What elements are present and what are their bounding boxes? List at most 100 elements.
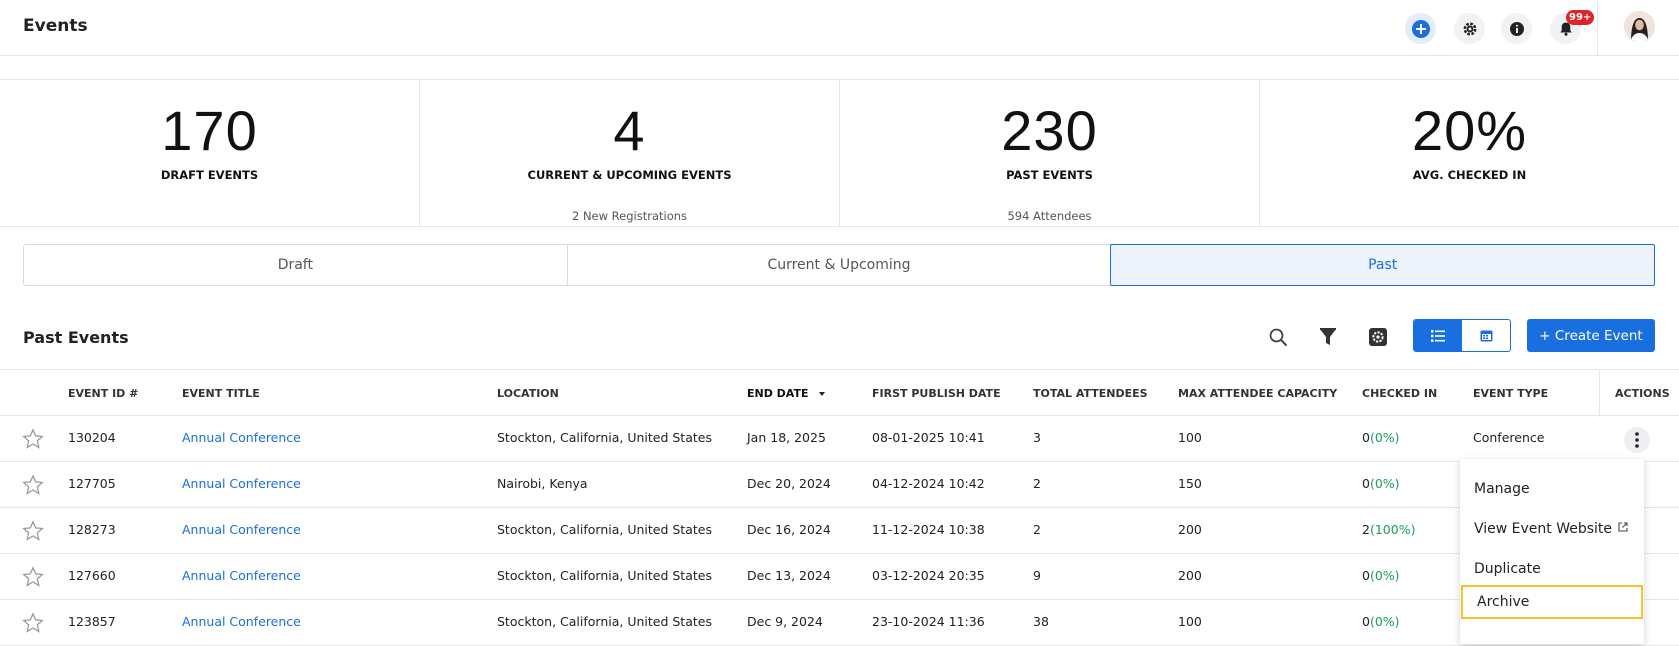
cell-location: Stockton, California, United States xyxy=(497,430,712,445)
menu-item-archive[interactable]: Archive xyxy=(1461,585,1643,619)
column-header-event-title[interactable]: EVENT TITLE xyxy=(182,387,260,400)
column-header-checked-in[interactable]: CHECKED IN xyxy=(1362,387,1437,400)
checked-in-count: 0 xyxy=(1362,430,1370,445)
table-row: 127660 Annual Conference Stockton, Calif… xyxy=(0,554,1679,600)
checked-in-percent: (0%) xyxy=(1369,476,1400,491)
table-row: 130204 Annual Conference Stockton, Calif… xyxy=(0,416,1679,462)
actions-column-divider xyxy=(1599,370,1600,417)
event-title-link[interactable]: Annual Conference xyxy=(182,568,301,583)
cell-location: Stockton, California, United States xyxy=(497,614,712,629)
checked-in-percent: (100%) xyxy=(1369,522,1416,537)
view-toggle xyxy=(1413,319,1511,352)
column-header-total-attendees[interactable]: TOTAL ATTENDEES xyxy=(1033,387,1148,400)
cell-end-date: Jan 18, 2025 xyxy=(747,430,826,445)
cell-checked-in: 0(0%) xyxy=(1362,430,1400,445)
menu-item-label: View Event Website xyxy=(1474,521,1613,537)
cell-event-id: 127660 xyxy=(68,568,116,583)
cell-location: Nairobi, Kenya xyxy=(497,476,588,491)
cell-max-capacity: 200 xyxy=(1178,568,1202,583)
cell-publish-date: 23-10-2024 11:36 xyxy=(872,614,985,629)
star-icon[interactable] xyxy=(22,474,44,496)
notifications-button[interactable]: 99+ xyxy=(1550,10,1595,44)
checked-in-count: 0 xyxy=(1362,476,1370,491)
event-status-tabs: Draft Current & Upcoming Past xyxy=(23,244,1656,286)
star-icon[interactable] xyxy=(22,566,44,588)
top-bar: Events 99+ xyxy=(0,0,1679,56)
external-link-icon xyxy=(1618,521,1628,532)
column-header-end-date[interactable]: END DATE xyxy=(747,387,826,400)
checked-in-percent: (0%) xyxy=(1369,430,1400,445)
cell-total-attendees: 2 xyxy=(1033,476,1041,491)
filter-icon xyxy=(1320,328,1336,345)
event-title-link[interactable]: Annual Conference xyxy=(182,522,301,537)
avatar[interactable] xyxy=(1624,11,1655,42)
search-icon xyxy=(1269,328,1287,346)
cell-max-capacity: 100 xyxy=(1178,430,1202,445)
cell-checked-in: 2(100%) xyxy=(1362,522,1415,537)
table-row: 123857 Annual Conference Stockton, Calif… xyxy=(0,600,1679,646)
star-icon[interactable] xyxy=(22,428,44,450)
column-header-label: END DATE xyxy=(747,387,809,400)
tab-past[interactable]: Past xyxy=(1110,244,1656,286)
cell-max-capacity: 150 xyxy=(1178,476,1202,491)
event-title-link[interactable]: Annual Conference xyxy=(182,614,301,629)
info-button[interactable] xyxy=(1501,13,1532,44)
add-button[interactable] xyxy=(1405,13,1436,44)
stat-value: 230 xyxy=(1001,99,1098,162)
menu-item-duplicate[interactable]: Duplicate xyxy=(1460,552,1644,586)
settings-square-icon xyxy=(1369,328,1387,346)
column-header-location[interactable]: LOCATION xyxy=(497,387,559,400)
column-settings-button[interactable] xyxy=(1366,325,1390,349)
cell-total-attendees: 9 xyxy=(1033,568,1041,583)
cell-location: Stockton, California, United States xyxy=(497,568,712,583)
cell-event-id: 127705 xyxy=(68,476,116,491)
cell-event-id: 128273 xyxy=(68,522,116,537)
stat-past-events: 230 PAST EVENTS 594 Attendees xyxy=(840,80,1260,226)
column-header-event-id[interactable]: EVENT ID # xyxy=(68,387,138,400)
row-actions-button[interactable] xyxy=(1624,427,1650,453)
stat-avg-checked-in: 20% AVG. CHECKED IN xyxy=(1260,80,1679,226)
cell-publish-date: 04-12-2024 10:42 xyxy=(872,476,985,491)
table-row: 128273 Annual Conference Stockton, Calif… xyxy=(0,508,1679,554)
stat-draft-events: 170 DRAFT EVENTS xyxy=(0,80,420,226)
column-header-actions: ACTIONS xyxy=(1615,387,1670,400)
event-title-link[interactable]: Annual Conference xyxy=(182,476,301,491)
filter-button[interactable] xyxy=(1316,325,1340,349)
column-header-event-type[interactable]: EVENT TYPE xyxy=(1473,387,1548,400)
cell-end-date: Dec 16, 2024 xyxy=(747,522,831,537)
notification-badge: 99+ xyxy=(1566,10,1595,25)
search-button[interactable] xyxy=(1266,325,1290,349)
cell-end-date: Dec 20, 2024 xyxy=(747,476,831,491)
tab-draft[interactable]: Draft xyxy=(24,245,568,285)
stat-current-upcoming-events: 4 CURRENT & UPCOMING EVENTS 2 New Regist… xyxy=(420,80,840,226)
stat-label: CURRENT & UPCOMING EVENTS xyxy=(527,168,732,182)
cell-total-attendees: 38 xyxy=(1033,614,1049,629)
row-actions-menu: Manage View Event Website Duplicate Arch… xyxy=(1460,459,1644,644)
column-header-max-capacity[interactable]: MAX ATTENDEE CAPACITY xyxy=(1178,387,1337,400)
menu-item-manage[interactable]: Manage xyxy=(1460,472,1644,506)
cell-total-attendees: 3 xyxy=(1033,430,1041,445)
column-header-first-publish-date[interactable]: FIRST PUBLISH DATE xyxy=(872,387,1001,400)
page-title: Events xyxy=(23,16,88,36)
stat-value: 20% xyxy=(1411,99,1528,162)
star-icon[interactable] xyxy=(22,520,44,542)
menu-item-view-event-website[interactable]: View Event Website xyxy=(1460,512,1644,546)
stats-bar: 170 DRAFT EVENTS 4 CURRENT & UPCOMING EV… xyxy=(0,79,1679,227)
cell-max-capacity: 200 xyxy=(1178,522,1202,537)
calendar-view-button[interactable] xyxy=(1462,320,1510,351)
tab-current-upcoming[interactable]: Current & Upcoming xyxy=(568,245,1112,285)
cell-publish-date: 08-01-2025 10:41 xyxy=(872,430,985,445)
cell-checked-in: 0(0%) xyxy=(1362,476,1400,491)
cell-location: Stockton, California, United States xyxy=(497,522,712,537)
cell-event-id: 123857 xyxy=(68,614,116,629)
list-view-button[interactable] xyxy=(1414,320,1462,351)
star-icon[interactable] xyxy=(22,612,44,634)
cell-event-type: Conference xyxy=(1473,430,1545,445)
settings-button[interactable] xyxy=(1454,13,1485,44)
create-event-button[interactable]: + Create Event xyxy=(1527,319,1655,352)
table-header: EVENT ID # EVENT TITLE LOCATION END DATE… xyxy=(0,369,1679,417)
header-divider xyxy=(1597,0,1598,56)
event-title-link[interactable]: Annual Conference xyxy=(182,430,301,445)
stat-value: 4 xyxy=(613,99,646,162)
checked-in-count: 0 xyxy=(1362,568,1370,583)
